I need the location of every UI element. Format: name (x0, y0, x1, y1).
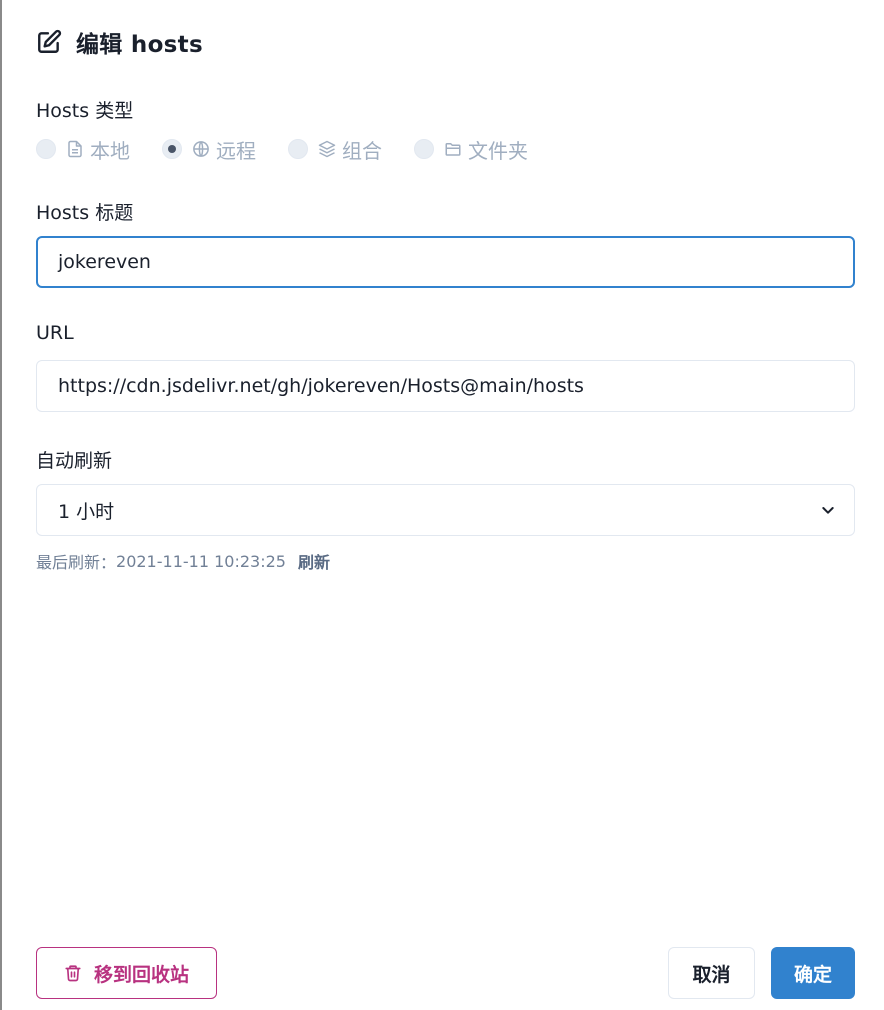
edit-hosts-dialog: 编辑 hosts Hosts 类型 本地 远程 组合 文件夹 Hosts 标题 … (0, 0, 884, 1010)
radio-button[interactable] (288, 139, 308, 159)
radio-button[interactable] (414, 139, 434, 159)
move-to-trash-button[interactable]: 移到回收站 (36, 947, 217, 999)
radio-group-combine[interactable]: 组合 (288, 135, 382, 164)
last-refresh-info: 最后刷新： 2021-11-11 10:23:25 刷新 (36, 549, 330, 573)
radio-label: 文件夹 (468, 138, 528, 163)
chevron-down-icon (822, 507, 834, 514)
edit-icon (38, 29, 62, 53)
dialog-title: 编辑 hosts (76, 32, 203, 58)
globe-icon (193, 141, 209, 157)
auto-refresh-selected: 1 小时 (58, 500, 115, 523)
folder-icon (445, 143, 461, 156)
radio-folder[interactable]: 文件夹 (414, 135, 528, 164)
last-refresh-time: 2021-11-11 10:23:25 (116, 551, 286, 571)
radio-remote[interactable]: 远程 (162, 135, 256, 164)
radio-button-checked[interactable] (162, 139, 182, 159)
auto-refresh-select[interactable]: 1 小时 (36, 484, 855, 536)
cancel-button[interactable]: 取消 (668, 947, 755, 999)
url-input[interactable]: https://cdn.jsdelivr.net/gh/jokereven/Ho… (36, 360, 855, 412)
url-label: URL (36, 322, 74, 344)
radio-button[interactable] (36, 139, 56, 159)
file-icon (68, 140, 82, 158)
radio-local[interactable]: 本地 (36, 135, 130, 164)
radio-label: 组合 (342, 138, 382, 163)
hosts-title-input[interactable]: jokereven (36, 236, 855, 288)
dialog-header: 编辑 hosts (36, 26, 203, 58)
hosts-type-label: Hosts 类型 (36, 100, 134, 122)
refresh-link[interactable]: 刷新 (298, 549, 330, 573)
hosts-title-value: jokereven (58, 251, 151, 273)
radio-label: 远程 (216, 138, 256, 163)
radio-label: 本地 (90, 138, 130, 163)
auto-refresh-label: 自动刷新 (36, 450, 113, 472)
confirm-button[interactable]: 确定 (771, 947, 855, 999)
cancel-label: 取消 (692, 963, 731, 986)
confirm-label: 确定 (793, 963, 832, 986)
last-refresh-label: 最后刷新： (36, 553, 117, 572)
hosts-title-label: Hosts 标题 (36, 202, 134, 224)
move-to-trash-label: 移到回收站 (93, 963, 189, 986)
layers-icon (318, 140, 336, 158)
url-value: https://cdn.jsdelivr.net/gh/jokereven/Ho… (58, 375, 584, 397)
hosts-type-radio-group: 本地 远程 组合 文件夹 (36, 135, 560, 164)
trash-icon (65, 965, 81, 982)
